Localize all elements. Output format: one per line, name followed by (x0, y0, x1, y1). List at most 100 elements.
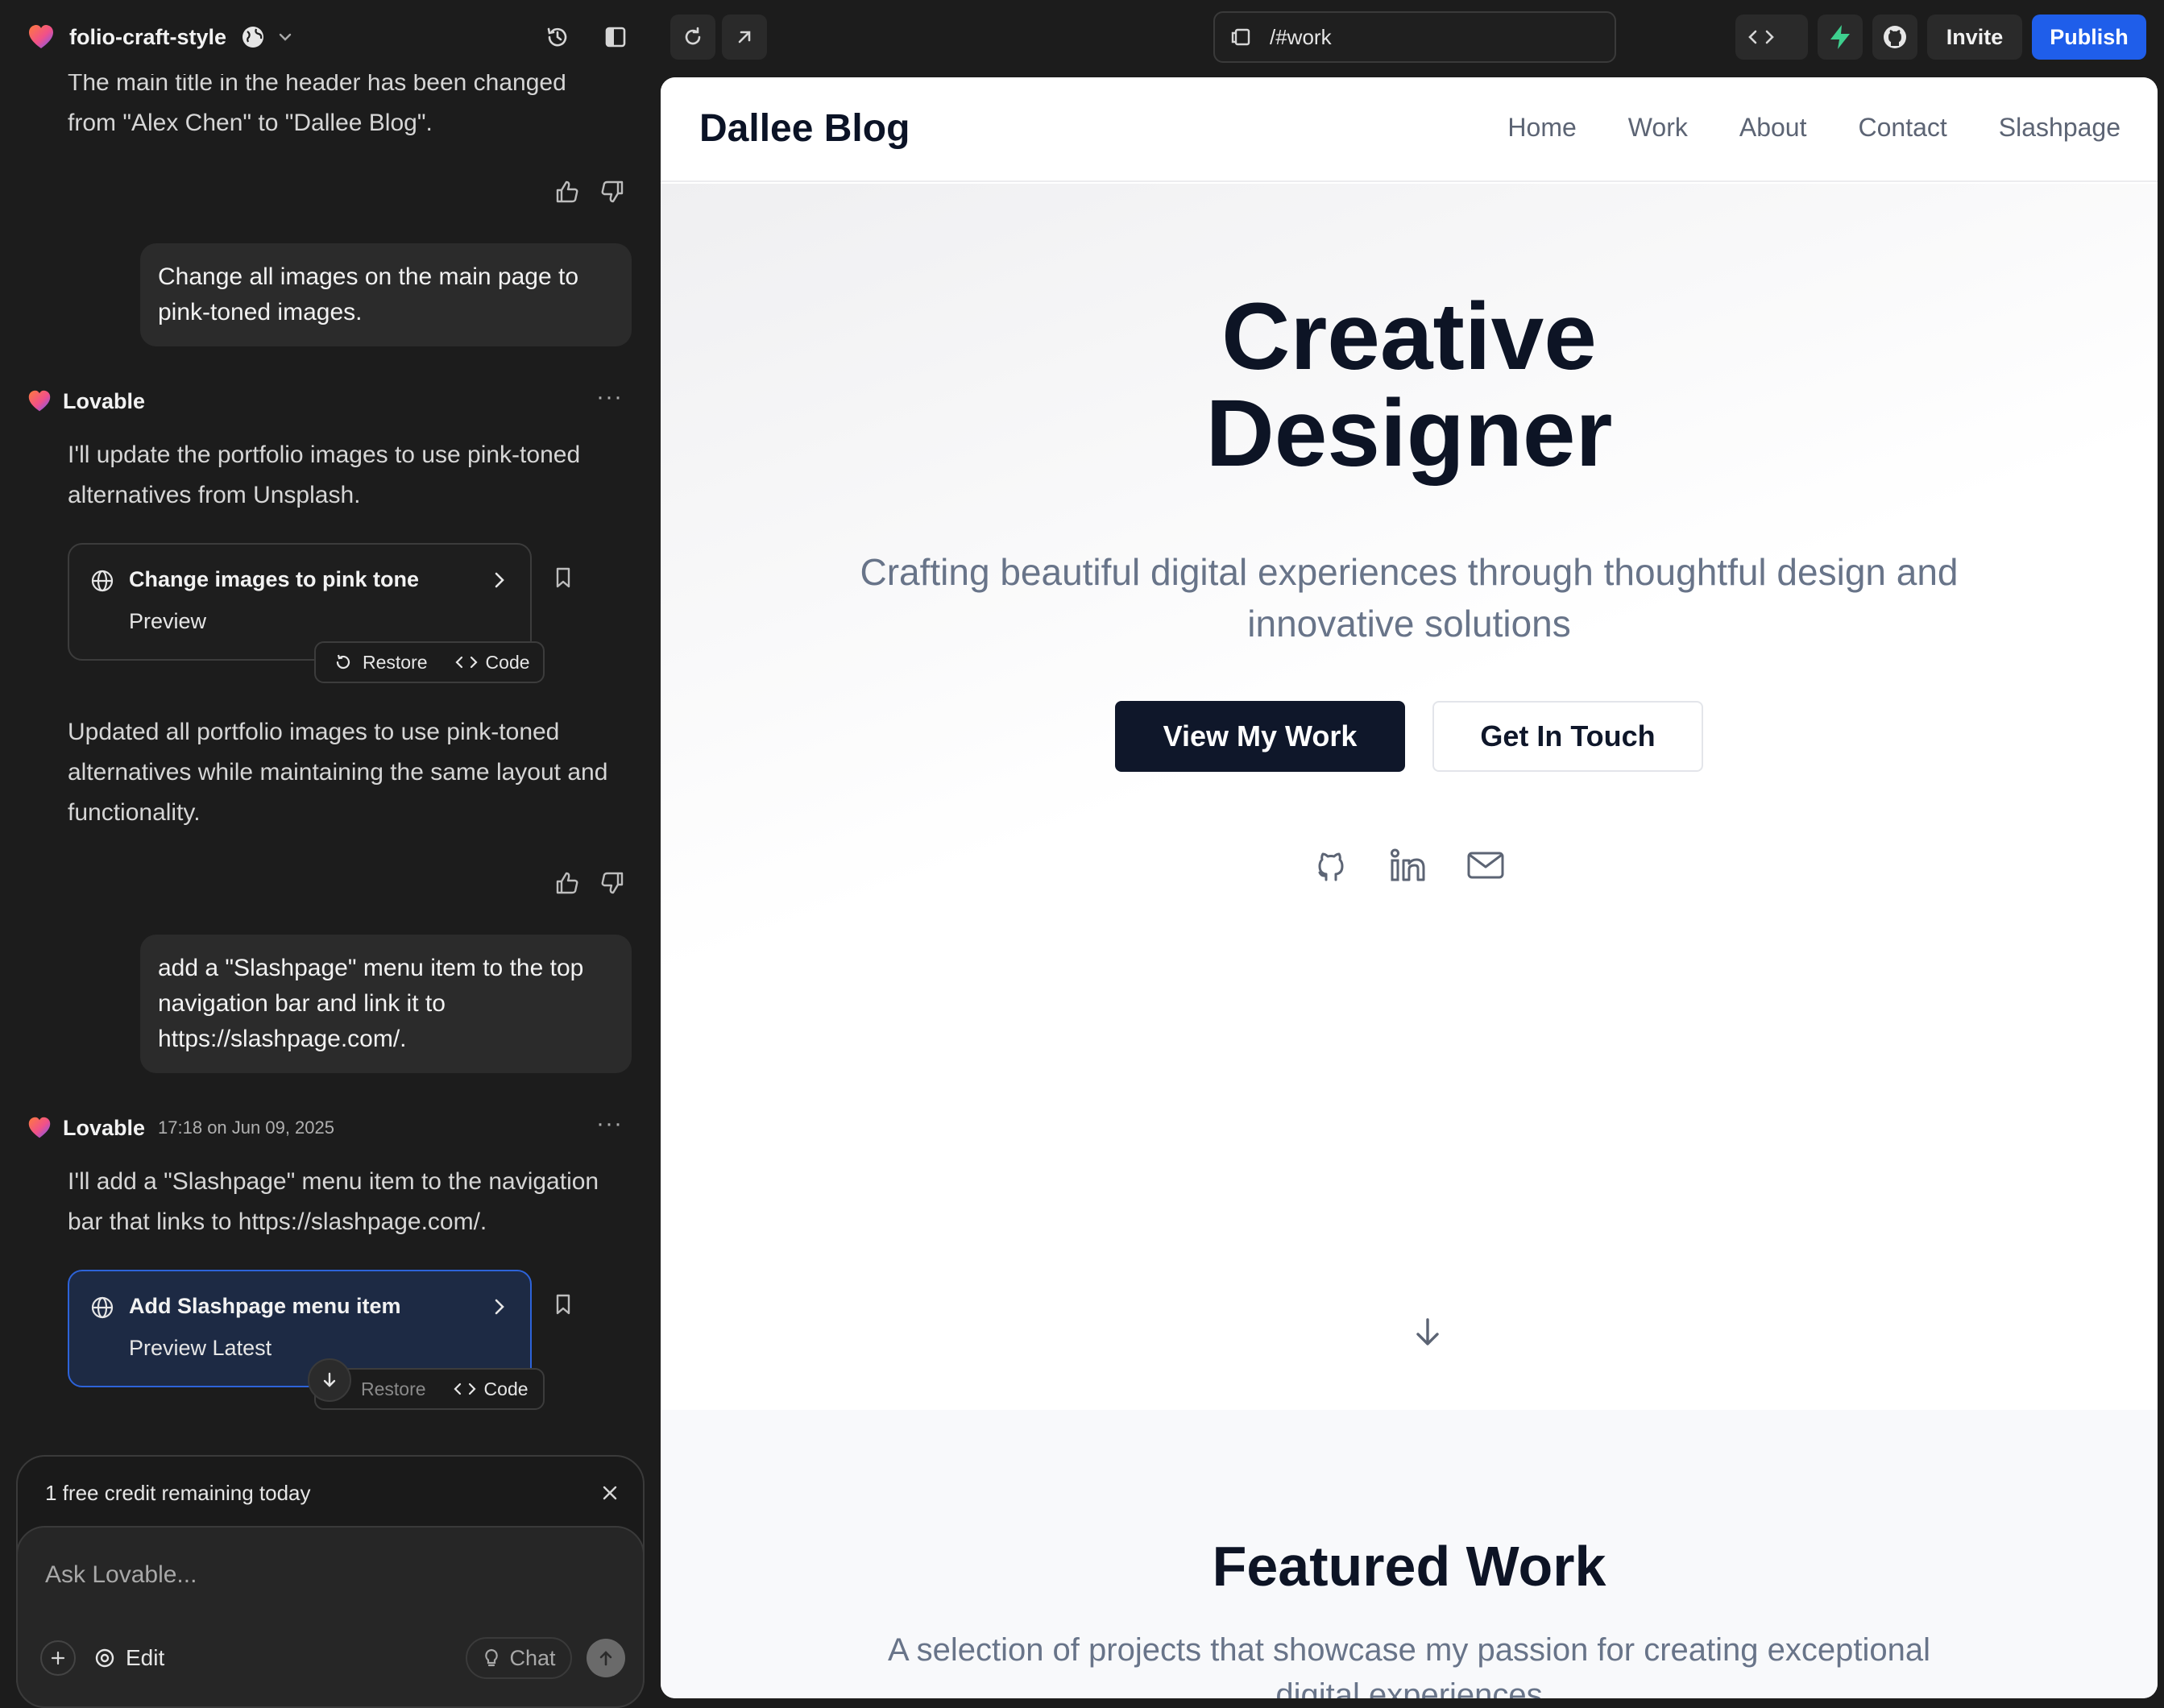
history-button[interactable] (540, 19, 575, 55)
restore-icon (336, 654, 350, 670)
thumbs-down-icon[interactable] (598, 177, 627, 206)
nav-link-home[interactable]: Home (1507, 113, 1576, 143)
chat-input[interactable]: Ask Lovable... (45, 1561, 197, 1589)
more-icon[interactable]: ··· (596, 1110, 623, 1138)
edit-button[interactable]: Edit (93, 1640, 164, 1676)
card-actions: Restore Code (314, 641, 545, 683)
edit-label: Edit (126, 1645, 165, 1670)
chevron-right-icon (495, 572, 504, 588)
chat-mode-button[interactable]: Chat (466, 1637, 572, 1679)
project-name: folio-craft-style (69, 24, 227, 49)
lovable-logo-icon (28, 1117, 51, 1138)
sidebar-toggle-icon (605, 27, 626, 48)
thumbs-up-icon[interactable] (553, 177, 582, 206)
plus-icon (51, 1651, 65, 1665)
invite-button[interactable]: Invite (1927, 15, 2022, 60)
code-icon (454, 656, 478, 669)
thumbs-up-icon[interactable] (553, 869, 582, 898)
thumbs-down-icon[interactable] (598, 869, 627, 898)
linkedin-icon[interactable] (1387, 844, 1429, 886)
site-nav-links: Home Work About Contact Slashpage (1507, 113, 2120, 143)
code-button[interactable]: Code (454, 651, 530, 674)
url-bar[interactable]: /#work (1213, 11, 1616, 63)
chevron-right-icon (495, 1299, 504, 1315)
nav-link-work[interactable]: Work (1628, 113, 1688, 143)
top-bar: folio-craft-style /#work Invite Publish (0, 0, 2164, 74)
supabase-icon (1830, 25, 1850, 49)
assistant-author: Lovable (27, 385, 145, 417)
code-icon (453, 1383, 476, 1395)
assistant-message: I'll add a "Slashpage" menu item to the … (68, 1168, 599, 1235)
sidebar-toggle-button[interactable] (598, 19, 633, 55)
nav-link-contact[interactable]: Contact (1858, 113, 1946, 143)
chat-composer: Ask Lovable... Edit Chat (16, 1526, 645, 1708)
bookmark-icon[interactable] (551, 1292, 575, 1316)
view-my-work-button[interactable]: View My Work (1115, 701, 1405, 772)
globe-icon (91, 1296, 114, 1319)
featured-subtitle: A selection of projects that showcase my… (887, 1632, 1931, 1698)
nav-link-slashpage[interactable]: Slashpage (1999, 113, 2120, 143)
history-icon (547, 27, 567, 47)
refresh-icon (685, 27, 701, 45)
code-view-button[interactable] (1735, 15, 1808, 60)
edit-target-icon (95, 1648, 114, 1668)
scroll-to-bottom-button[interactable] (308, 1358, 351, 1402)
scroll-down-arrow-icon[interactable] (1408, 1313, 1447, 1352)
lovable-logo-icon (28, 390, 51, 412)
assistant-message: I'll update the portfolio images to use … (68, 442, 581, 508)
hero-title-line-2: Designer (1205, 380, 1613, 487)
card-preview-label: Preview (129, 609, 207, 633)
hero-title: Creative Designer (661, 288, 2158, 482)
device-icon[interactable] (1231, 26, 1254, 48)
author-name: Lovable (63, 1115, 146, 1140)
globe-icon (243, 27, 264, 48)
restore-button[interactable]: Restore (334, 652, 428, 674)
credit-text: 1 free credit remaining today (45, 1481, 311, 1505)
card-title: Change images to pink tone (129, 567, 420, 591)
attach-button[interactable] (40, 1640, 76, 1676)
url-text: /#work (1270, 24, 1332, 49)
code-button[interactable]: Code (453, 1378, 529, 1400)
nav-link-about[interactable]: About (1739, 113, 1807, 143)
chat-panel: The main title in the header has been ch… (0, 74, 645, 1708)
assistant-message: Updated all portfolio images to use pink… (68, 719, 608, 826)
lovable-app: folio-craft-style /#work Invite Publish … (0, 0, 2164, 1708)
refresh-button[interactable] (670, 15, 715, 60)
github-icon (1884, 26, 1906, 48)
hero-subtitle: Crafting beautiful digital experiences t… (860, 551, 1959, 645)
hero-title-line-1: Creative (1221, 284, 1597, 390)
lightbulb-icon (485, 1648, 499, 1667)
lovable-logo-icon (29, 25, 53, 48)
close-icon[interactable] (598, 1481, 622, 1505)
message-text: The main title in the header has been ch… (68, 74, 566, 136)
featured-title: Featured Work (1212, 1535, 1606, 1598)
user-message: Change all images on the main page to pi… (140, 243, 632, 346)
send-button[interactable] (587, 1639, 625, 1677)
code-label: Code (483, 1378, 529, 1399)
code-label: Code (485, 651, 530, 673)
site-navbar: Dallee Blog Home Work About Contact Slas… (661, 77, 2158, 182)
get-in-touch-button[interactable]: Get In Touch (1432, 701, 1703, 772)
restore-button[interactable]: Restore (361, 1378, 426, 1400)
project-switcher[interactable]: folio-craft-style (27, 19, 294, 55)
github-button[interactable] (1872, 15, 1917, 60)
publish-button[interactable]: Publish (2032, 15, 2146, 60)
code-icon (1748, 30, 1774, 44)
open-external-button[interactable] (722, 15, 767, 60)
supabase-button[interactable] (1818, 15, 1863, 60)
more-icon[interactable]: ··· (596, 383, 623, 411)
chevron-down-icon (279, 33, 292, 41)
globe-icon (91, 570, 114, 592)
assistant-author: Lovable 17:18 on Jun 09, 2025 (27, 1112, 334, 1144)
message-timestamp: 17:18 on Jun 09, 2025 (158, 1117, 334, 1138)
external-link-icon (738, 31, 751, 44)
chat-label: Chat (509, 1645, 556, 1670)
restore-label: Restore (363, 651, 428, 673)
arrow-down-icon (323, 1372, 336, 1387)
author-name: Lovable (63, 388, 146, 413)
mail-icon[interactable] (1465, 844, 1507, 886)
site-title[interactable]: Dallee Blog (699, 106, 910, 151)
user-message: add a "Slashpage" menu item to the top n… (140, 935, 632, 1073)
github-icon[interactable] (1310, 844, 1352, 886)
bookmark-icon[interactable] (551, 566, 575, 590)
